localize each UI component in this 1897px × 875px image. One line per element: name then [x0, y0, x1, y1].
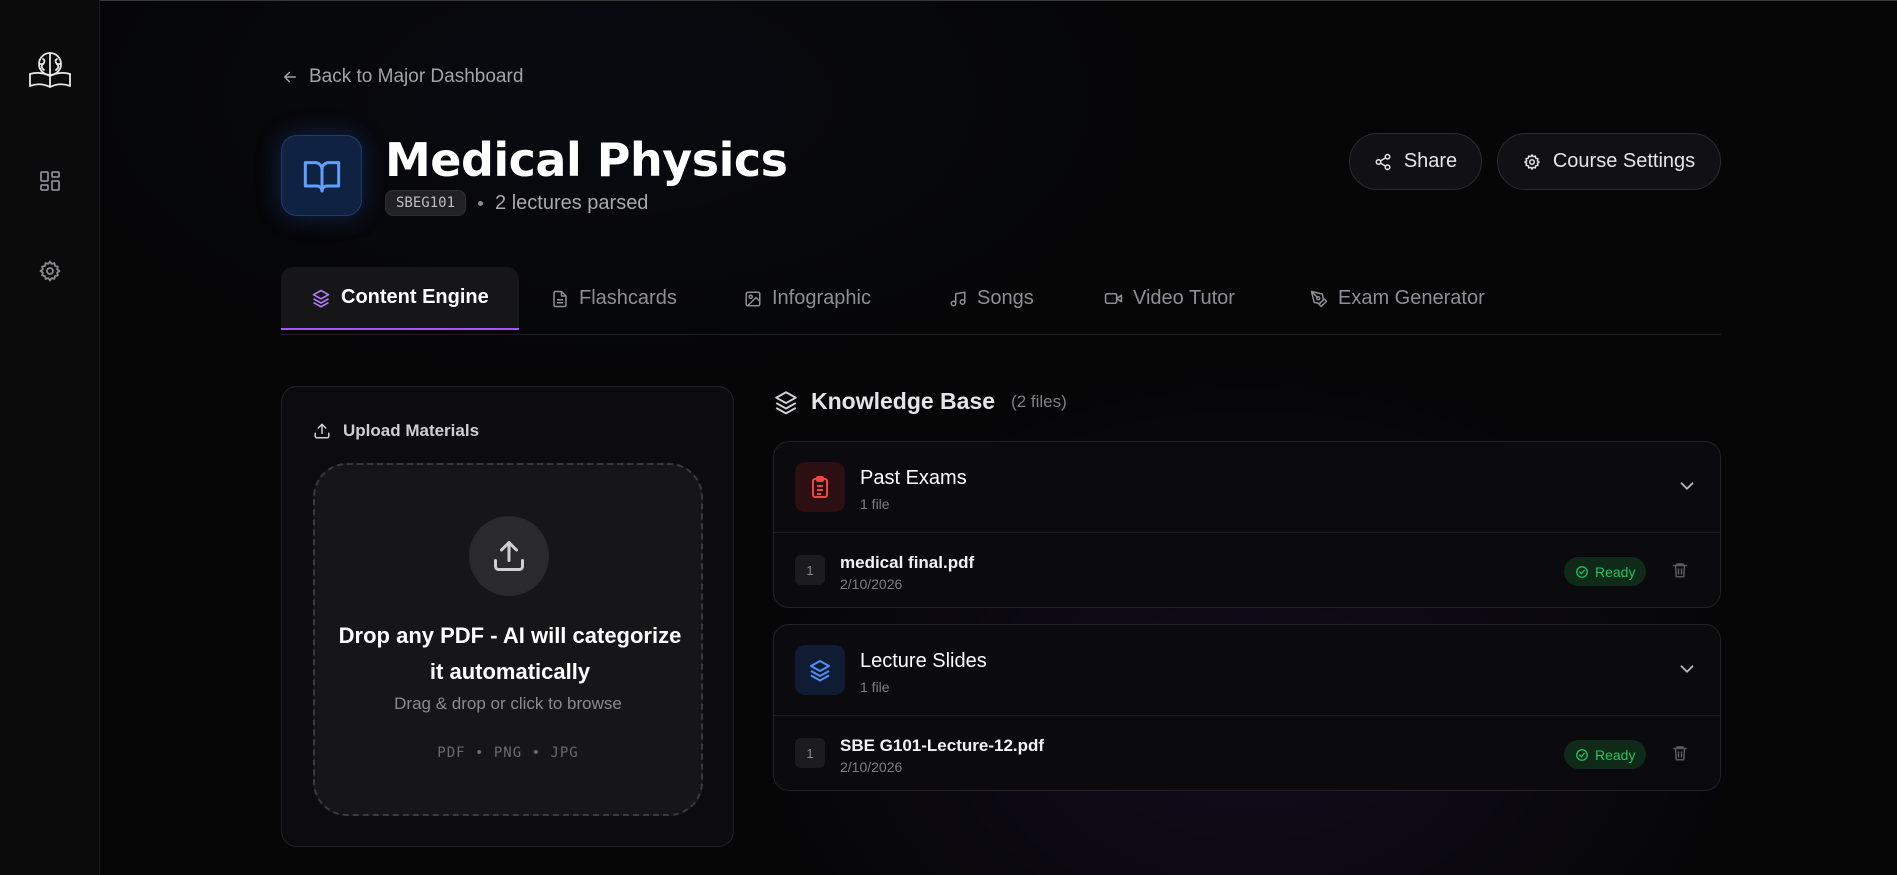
pen-tool-icon [1310, 290, 1328, 308]
file-row[interactable]: 1 SBE G101-Lecture-12.pdf 2/10/2026 Read… [774, 716, 1720, 790]
tab-bar: Content Engine Flashcards Infographic So… [281, 267, 1721, 335]
status-label: Ready [1595, 563, 1636, 580]
tab-label: Video Tutor [1133, 287, 1235, 309]
share-icon [1375, 153, 1391, 170]
file-index: 1 [795, 738, 825, 768]
chevron-down-icon[interactable] [1676, 658, 1698, 685]
file-name: SBE G101-Lecture-12.pdf [840, 736, 1045, 755]
sidebar [0, 0, 100, 875]
clipboard-list-icon [795, 462, 845, 512]
course-code-badge: SBEG101 [385, 190, 467, 216]
category-title: Past Exams [860, 467, 967, 489]
tab-video-tutor[interactable]: Video Tutor [1104, 267, 1235, 330]
dropzone-title: Drop any PDF - AI will categorize it aut… [338, 623, 682, 684]
category-header[interactable]: Lecture Slides 1 file [774, 625, 1720, 716]
tab-flashcards[interactable]: Flashcards [551, 267, 677, 330]
upload-materials-card: Upload Materials Drop any PDF - AI will … [281, 386, 734, 847]
file-index: 1 [795, 555, 825, 585]
share-button[interactable]: Share [1349, 133, 1482, 190]
tab-label: Exam Generator [1338, 287, 1485, 309]
category-file-count: 1 file [860, 679, 890, 695]
knowledge-base-heading: Knowledge Base (2 files) [773, 388, 1067, 415]
back-to-dashboard-link[interactable]: Back to Major Dashboard [281, 64, 523, 90]
brain-book-logo-icon[interactable] [27, 50, 73, 90]
tab-songs[interactable]: Songs [949, 267, 1034, 330]
course-settings-label: Course Settings [1552, 150, 1696, 172]
category-title: Lecture Slides [860, 650, 987, 672]
tab-label: Infographic [772, 287, 871, 309]
course-meta: SBEG101 2 lectures parsed [385, 190, 648, 216]
upload-heading-label: Upload Materials [343, 421, 480, 440]
course-icon [281, 135, 362, 216]
arrow-left-icon [284, 71, 296, 83]
file-row[interactable]: 1 medical final.pdf 2/10/2026 Ready [774, 533, 1720, 607]
tab-content-engine[interactable]: Content Engine [281, 267, 519, 330]
upload-icon [314, 423, 330, 439]
trash-icon[interactable] [1671, 744, 1689, 767]
knowledge-base-title: Knowledge Base [811, 388, 996, 414]
sidebar-item-dashboard[interactable] [32, 163, 68, 199]
status-badge: Ready [1564, 557, 1647, 586]
course-settings-button[interactable]: Course Settings [1497, 133, 1721, 190]
page-title: Medical Physics [385, 133, 788, 187]
lecture-count: 2 lectures parsed [495, 191, 649, 214]
check-circle-icon [1576, 748, 1588, 761]
layers-icon [311, 288, 331, 308]
knowledge-base-count: (2 files) [1011, 391, 1067, 411]
category-header[interactable]: Past Exams 1 file [774, 442, 1720, 533]
tab-label: Content Engine [341, 286, 489, 308]
document-icon [551, 290, 569, 308]
tab-exam-generator[interactable]: Exam Generator [1310, 267, 1485, 330]
separator-dot [478, 200, 484, 206]
check-circle-icon [1576, 565, 1588, 578]
music-note-icon [949, 290, 967, 308]
upload-icon [494, 541, 524, 571]
layers-icon [775, 390, 797, 414]
back-link-label: Back to Major Dashboard [309, 66, 524, 87]
image-icon [744, 290, 762, 308]
open-book-icon [303, 160, 340, 192]
layers-icon [795, 645, 845, 695]
chevron-down-icon[interactable] [1676, 475, 1698, 502]
tab-label: Songs [977, 287, 1034, 309]
tab-label: Flashcards [579, 287, 677, 309]
trash-icon[interactable] [1671, 561, 1689, 584]
file-name: medical final.pdf [840, 553, 975, 572]
video-camera-icon [1104, 289, 1123, 308]
status-label: Ready [1595, 746, 1636, 763]
gear-icon [1523, 153, 1540, 170]
category-lecture-slides: Lecture Slides 1 file 1 SBE G101-Lecture… [773, 624, 1721, 791]
accepted-file-types: PDF • PNG • JPG [437, 745, 579, 761]
dashboard-grid-icon [40, 171, 60, 191]
pdf-dropzone[interactable]: Drop any PDF - AI will categorize it aut… [313, 463, 703, 816]
tab-infographic[interactable]: Infographic [744, 267, 871, 330]
window-top-border [0, 0, 1897, 1]
status-badge: Ready [1564, 740, 1647, 769]
file-date: 2/10/2026 [840, 759, 903, 775]
share-label: Share [1403, 150, 1458, 172]
file-date: 2/10/2026 [840, 576, 903, 592]
upload-heading: Upload Materials [313, 421, 479, 441]
dropzone-subtitle: Drag & drop or click to browse [394, 694, 622, 713]
category-past-exams: Past Exams 1 file 1 medical final.pdf 2/… [773, 441, 1721, 608]
sidebar-item-settings[interactable] [32, 253, 68, 289]
gear-icon [39, 260, 61, 282]
upload-circle [469, 516, 549, 596]
category-file-count: 1 file [860, 496, 890, 512]
